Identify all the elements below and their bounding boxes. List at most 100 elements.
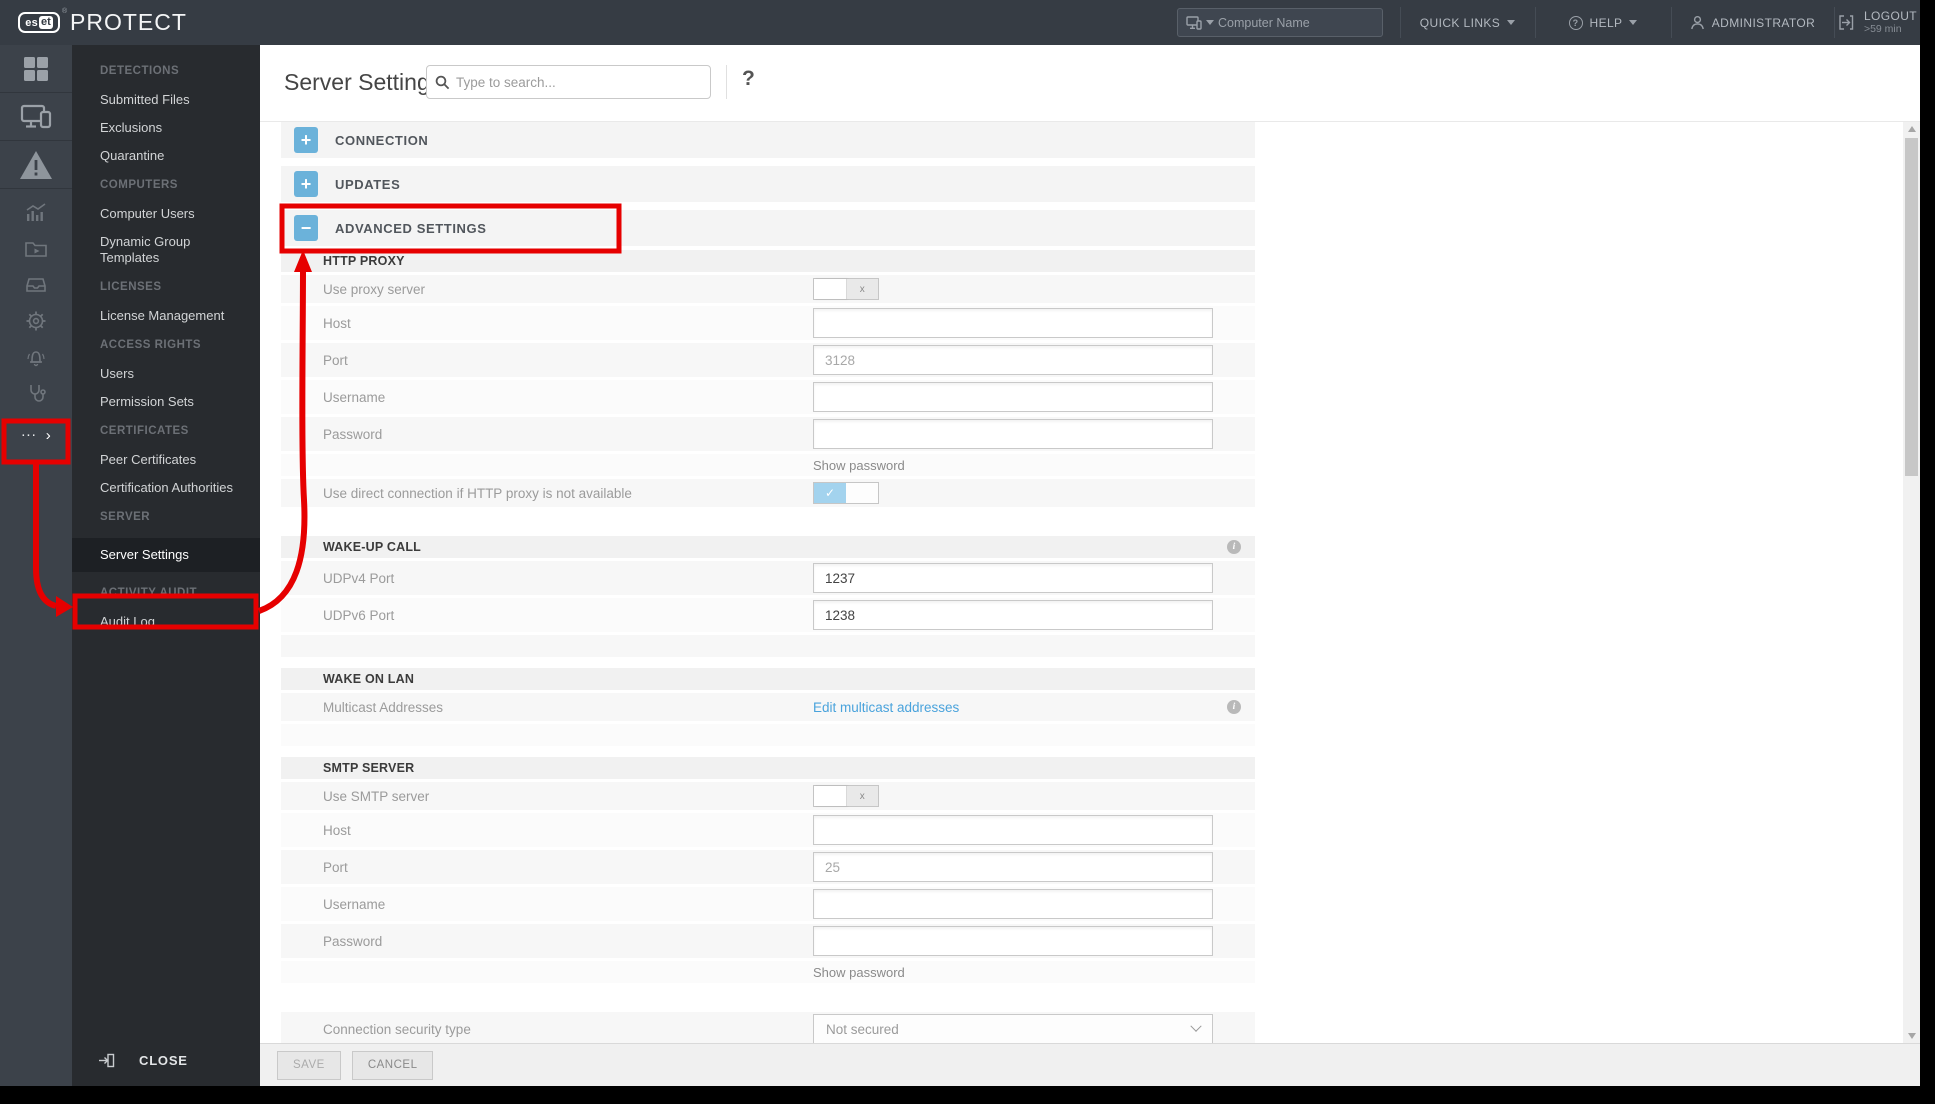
sidebar-item-detections[interactable] xyxy=(0,141,72,189)
edit-multicast-link[interactable]: Edit multicast addresses xyxy=(813,700,959,715)
section-advanced-settings[interactable]: − ADVANCED SETTINGS xyxy=(281,210,1255,246)
sidebar-item-status-overview[interactable] xyxy=(24,381,48,405)
row-smtp-show-password: Show password xyxy=(281,961,1255,983)
nav-section-title: SERVER xyxy=(100,511,151,523)
connection-security-select[interactable]: Not secured xyxy=(813,1014,1213,1043)
sidebar-item-installers[interactable] xyxy=(24,273,48,297)
nav-item-license-management[interactable]: License Management xyxy=(72,308,260,324)
nav-section-title: COMPUTERS xyxy=(100,179,178,191)
computers-icon xyxy=(20,104,52,128)
nav-item-audit-log[interactable]: Audit Log xyxy=(72,614,260,630)
field-label: Use SMTP server xyxy=(323,788,430,804)
nav-item-permission-sets[interactable]: Permission Sets xyxy=(72,394,260,410)
computer-search-input[interactable] xyxy=(1218,15,1348,30)
direct-connection-toggle[interactable]: ✓ xyxy=(813,482,879,504)
row-filler xyxy=(281,635,1255,657)
settings-search-input[interactable] xyxy=(456,74,676,90)
nav-item-computer-users[interactable]: Computer Users xyxy=(72,206,260,222)
info-icon[interactable]: i xyxy=(1227,700,1241,714)
search-icon xyxy=(435,75,450,89)
sidebar-item-more[interactable]: ... › xyxy=(0,418,72,452)
chevron-down-icon xyxy=(1629,20,1638,25)
quick-links-menu[interactable]: QUICK LINKS xyxy=(1400,0,1535,45)
chevron-right-icon: › xyxy=(45,426,51,444)
toggle-knob xyxy=(846,483,878,503)
logout-button[interactable]: LOGOUT >59 min xyxy=(1834,0,1920,45)
collapse-icon[interactable]: − xyxy=(294,215,318,241)
nav-item-users[interactable]: Users xyxy=(72,366,260,382)
user-icon xyxy=(1690,15,1704,30)
group-title: WAKE-UP CALL xyxy=(323,540,421,554)
nav-item-certification-authorities[interactable]: Certification Authorities xyxy=(72,480,260,496)
row-use-smtp-server: Use SMTP server x xyxy=(281,782,1255,810)
field-label: Password xyxy=(323,426,383,442)
proxy-port-input[interactable] xyxy=(813,345,1213,375)
page-help-button[interactable]: ? xyxy=(742,67,755,91)
row-udpv4-port: UDPv4 Port xyxy=(281,561,1255,595)
nav-item-peer-certificates[interactable]: Peer Certificates xyxy=(72,452,260,468)
field-label: Use proxy server xyxy=(323,281,426,297)
scrollbar-thumb[interactable] xyxy=(1905,138,1918,476)
nav-section-title: ACTIVITY AUDIT xyxy=(100,587,198,599)
sidebar-item-policies[interactable] xyxy=(24,309,48,333)
section-updates[interactable]: + UPDATES xyxy=(281,166,1255,202)
row-proxy-show-password: Show password xyxy=(281,454,1255,476)
smtp-host-input[interactable] xyxy=(813,815,1213,845)
cancel-button[interactable]: CANCEL xyxy=(351,1050,434,1080)
help-menu[interactable]: ? HELP xyxy=(1535,0,1671,45)
udpv6-port-input[interactable] xyxy=(813,600,1213,630)
reports-icon xyxy=(26,203,46,221)
sidebar-item-notifications[interactable] xyxy=(24,345,48,369)
nav-item-dynamic-group-templates[interactable]: Dynamic Group Templates xyxy=(72,234,260,266)
proxy-username-input[interactable] xyxy=(813,382,1213,412)
smtp-port-input[interactable] xyxy=(813,852,1213,882)
scroll-down-arrow[interactable] xyxy=(1903,1029,1920,1043)
show-password-toggle[interactable]: Show password xyxy=(813,458,905,473)
nav-item-quarantine[interactable]: Quarantine xyxy=(72,148,260,164)
sidebar-item-dashboard[interactable] xyxy=(0,45,72,93)
collapse-panel-button[interactable]: CLOSE xyxy=(72,1053,260,1068)
row-proxy-port: Port xyxy=(281,343,1255,377)
show-password-toggle[interactable]: Show password xyxy=(813,965,905,980)
save-button[interactable]: SAVE xyxy=(277,1050,341,1080)
registered-mark: ® xyxy=(62,8,68,15)
info-icon[interactable]: i xyxy=(1227,540,1241,554)
sidebar-item-tasks[interactable] xyxy=(24,237,48,261)
row-multicast-addresses: Multicast Addresses Edit multicast addre… xyxy=(281,693,1255,721)
sidebar-item-computers[interactable] xyxy=(0,93,72,141)
udpv4-port-input[interactable] xyxy=(813,563,1213,593)
bell-icon xyxy=(27,351,45,367)
help-label: HELP xyxy=(1589,15,1623,30)
smtp-password-input[interactable] xyxy=(813,926,1213,956)
row-smtp-username: Username xyxy=(281,887,1255,921)
nav-section-server: SERVER Server Settings xyxy=(72,511,260,572)
vertical-scrollbar[interactable] xyxy=(1903,122,1920,1043)
expand-icon[interactable]: + xyxy=(294,127,318,153)
computer-name-search[interactable] xyxy=(1177,8,1383,37)
proxy-password-input[interactable] xyxy=(813,419,1213,449)
stethoscope-icon xyxy=(30,385,46,402)
use-proxy-toggle[interactable]: x xyxy=(813,278,879,300)
settings-search[interactable] xyxy=(426,65,711,99)
group-title: SMTP SERVER xyxy=(323,761,415,775)
toggle-off-glyph: x xyxy=(846,279,878,299)
field-label: UDPv4 Port xyxy=(323,570,395,586)
sidebar-item-reports[interactable] xyxy=(24,201,48,225)
use-smtp-toggle[interactable]: x xyxy=(813,785,879,807)
proxy-host-input[interactable] xyxy=(813,308,1213,338)
smtp-username-input[interactable] xyxy=(813,889,1213,919)
expand-icon[interactable]: + xyxy=(294,171,318,197)
nav-item-server-settings[interactable]: Server Settings xyxy=(72,538,260,572)
nav-item-exclusions[interactable]: Exclusions xyxy=(72,120,260,136)
logo-text: es xyxy=(25,16,39,29)
user-menu[interactable]: ADMINISTRATOR xyxy=(1671,0,1834,45)
form-footer: SAVE CANCEL xyxy=(260,1043,1920,1086)
scroll-up-arrow[interactable] xyxy=(1903,122,1920,136)
field-label: Host xyxy=(323,822,351,838)
nav-item-submitted-files[interactable]: Submitted Files xyxy=(72,92,260,108)
warning-triangle-icon xyxy=(20,150,52,179)
chevron-down-icon[interactable] xyxy=(1206,20,1214,25)
section-connection[interactable]: + CONNECTION xyxy=(281,122,1255,158)
field-label: Username xyxy=(323,389,386,405)
row-connection-security-type: Connection security type Not secured xyxy=(281,1012,1255,1043)
